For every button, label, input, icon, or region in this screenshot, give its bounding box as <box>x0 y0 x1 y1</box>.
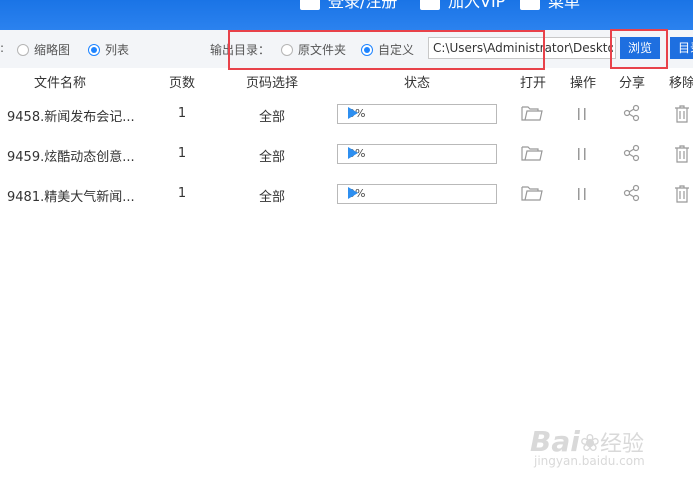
trash-icon[interactable] <box>673 104 691 124</box>
play-icon[interactable] <box>348 147 358 159</box>
view-mode-colon: : <box>0 41 5 55</box>
trash-icon[interactable] <box>673 144 691 164</box>
view-list-label: 列表 <box>105 43 130 57</box>
folder-icon[interactable] <box>521 104 543 122</box>
view-list-radio[interactable]: 列表 <box>88 41 129 58</box>
page-count: 1 <box>177 186 187 201</box>
pause-icon[interactable] <box>576 146 588 162</box>
login-register-label: 登录/注册 <box>328 0 398 11</box>
file-name: 9458.新闻发布会记... <box>7 110 135 125</box>
progress-bar: 0% <box>337 104 497 124</box>
join-vip-button[interactable]: 加入VIP <box>420 0 505 12</box>
highlight-output-options <box>228 30 545 70</box>
menu-label: 菜单 <box>548 0 581 11</box>
page-range-select[interactable]: 全部 <box>235 146 309 165</box>
file-name: 9481.精美大气新闻... <box>7 190 135 205</box>
watermark: Bai❀经验 jingyan.baidu.com <box>530 425 680 468</box>
column-header-remove: 移除 <box>668 76 693 91</box>
share-icon[interactable] <box>623 184 641 202</box>
pause-icon[interactable] <box>576 106 588 122</box>
login-register-button[interactable]: 登录/注册 <box>300 0 397 12</box>
table-row[interactable]: 9459.炫酷动态创意... 1 全部 0% <box>0 134 693 174</box>
page-range-select[interactable]: 全部 <box>235 186 309 205</box>
play-icon[interactable] <box>348 187 358 199</box>
page-count: 1 <box>177 106 187 121</box>
join-vip-label: 加入VIP <box>448 0 506 11</box>
user-icon <box>300 0 320 10</box>
open-directory-button[interactable]: 目录 <box>670 37 693 59</box>
pause-icon[interactable] <box>576 186 588 202</box>
play-icon[interactable] <box>348 107 358 119</box>
folder-icon[interactable] <box>521 184 543 202</box>
file-name: 9459.炫酷动态创意... <box>7 150 135 165</box>
progress-bar: 0% <box>337 144 497 164</box>
column-header-filename: 文件名称 <box>33 76 86 91</box>
view-thumbnail-label: 缩略图 <box>34 43 71 57</box>
radio-selected-icon[interactable] <box>88 43 100 56</box>
view-thumbnail-radio[interactable]: 缩略图 <box>17 41 70 58</box>
vip-icon <box>420 0 440 10</box>
column-header-action: 操作 <box>569 76 596 91</box>
radio-circle-icon[interactable] <box>17 43 29 56</box>
column-header-open: 打开 <box>519 76 546 91</box>
trash-icon[interactable] <box>673 184 691 204</box>
folder-icon[interactable] <box>521 144 543 162</box>
menu-button[interactable]: 菜单 <box>520 0 580 12</box>
table-row[interactable]: 9481.精美大气新闻... 1 全部 0% <box>0 174 693 214</box>
table-row[interactable]: 9458.新闻发布会记... 1 全部 0% <box>0 94 693 134</box>
share-icon[interactable] <box>623 104 641 122</box>
page-range-select[interactable]: 全部 <box>235 106 309 125</box>
paw-icon: ❀ <box>579 429 600 457</box>
column-header-status: 状态 <box>403 76 430 91</box>
page-count: 1 <box>177 146 187 161</box>
highlight-browse-button <box>610 29 668 69</box>
column-header-share: 分享 <box>618 76 645 91</box>
share-icon[interactable] <box>623 144 641 162</box>
top-header: 登录/注册 加入VIP 菜单 <box>0 0 693 30</box>
column-header-pages: 页数 <box>168 76 195 91</box>
column-header-page-range: 页码选择 <box>245 76 298 91</box>
watermark-url: jingyan.baidu.com <box>534 454 645 468</box>
progress-bar: 0% <box>337 184 497 204</box>
menu-icon <box>520 0 540 10</box>
